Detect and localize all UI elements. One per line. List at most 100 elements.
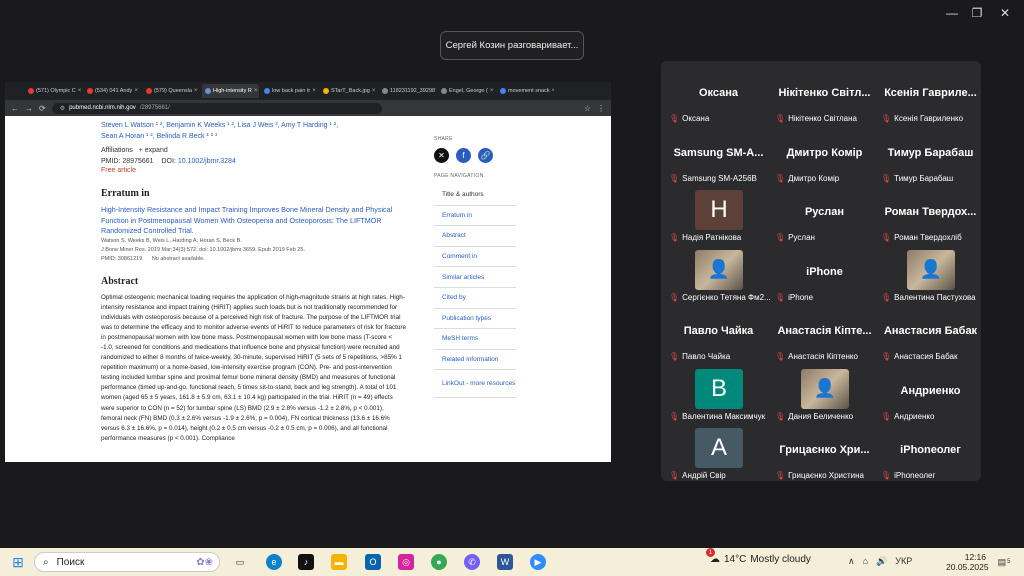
tray-network-icon[interactable]: ⌂ <box>863 556 868 567</box>
windows-start-icon[interactable]: ⊞ <box>10 554 26 570</box>
word-icon[interactable]: W <box>497 554 513 570</box>
erratum-title-link[interactable]: High-Intensity Resistance and Impact Tra… <box>101 205 406 237</box>
extensions-icon[interactable]: ⋮ <box>597 104 605 113</box>
participant-tile[interactable]: Дмитро Комір 🎙 Дмитро Комір <box>771 127 878 187</box>
x-share-icon[interactable]: ✕ <box>434 148 449 163</box>
page-nav-item[interactable]: Comment in <box>434 247 516 268</box>
browser-tab[interactable]: (534) 041 Andy × <box>84 84 141 98</box>
tab-title: 118231192_3929874 <box>390 88 436 94</box>
tab-close-icon[interactable]: × <box>134 88 138 94</box>
mic-muted-icon: 🎙 <box>669 114 680 123</box>
participant-photo: 👤 <box>695 249 743 290</box>
clock[interactable]: 12:16 20.05.2025 <box>946 552 989 572</box>
page-nav-item[interactable]: Erratum in <box>434 206 516 227</box>
participant-label: 🎙 Павло Чайка <box>669 352 730 361</box>
tab-favicon-icon <box>28 88 34 94</box>
participant-display-name: Samsung SM-A... <box>673 146 764 159</box>
participant-tile[interactable]: Ксенія Гавриле... 🎙 Ксенія Гавриленко <box>877 67 984 127</box>
participant-tile[interactable]: 👤 🎙 Валентина Пастухова <box>877 246 984 306</box>
tab-close-icon[interactable]: × <box>78 88 82 94</box>
tab-close-icon[interactable]: × <box>194 88 198 94</box>
tab-title: (534) 041 Andy <box>95 88 133 94</box>
pmid-label: PMID: 28975661 <box>101 158 154 165</box>
browser-tab[interactable]: 118231192_3929874× <box>379 84 436 98</box>
participant-tile[interactable]: Оксана 🎙 Оксана <box>665 67 772 127</box>
site-info-icon[interactable]: ⚙ <box>60 105 65 112</box>
url-field[interactable]: ⚙ pubmed.ncbi.nlm.nih.gov/28975661/ <box>51 102 382 114</box>
participant-tile[interactable]: Роман Твердох... 🎙 Роман Твердохліб <box>877 186 984 246</box>
tab-close-icon[interactable]: × <box>312 88 316 94</box>
participant-tile[interactable]: Павло Чайка 🎙 Павло Чайка <box>665 305 772 365</box>
tab-close-icon[interactable]: × <box>372 88 376 94</box>
authors-line1[interactable]: Steven L Watson ¹ ², Benjamin K Weeks ¹ … <box>101 120 406 131</box>
restore-icon[interactable]: ❐ <box>962 6 992 20</box>
edge-icon[interactable]: e <box>266 554 282 570</box>
browser-tab[interactable]: low back pain tr × <box>261 84 318 98</box>
viber-icon[interactable]: ✆ <box>464 554 480 570</box>
outlook-icon[interactable]: O <box>365 554 381 570</box>
mic-muted-icon: 🎙 <box>669 471 680 480</box>
page-nav-item[interactable]: Similar articles <box>434 267 516 288</box>
participant-tile[interactable]: А 🎙 Андрій Свір <box>665 424 772 484</box>
participant-tile[interactable]: Нікітенко Світл... 🎙 Нікітенко Світлана <box>771 67 878 127</box>
close-icon[interactable]: ✕ <box>990 6 1020 20</box>
link-share-icon[interactable]: 🔗 <box>478 148 493 163</box>
tab-close-icon[interactable]: × <box>490 88 494 94</box>
tab-close-icon[interactable]: × <box>552 88 554 94</box>
browser-tab[interactable]: movement snack × <box>497 84 554 98</box>
page-nav-item[interactable]: LinkOut - more resources <box>434 370 516 399</box>
participant-tile[interactable]: 👤 🎙 Дания Беличенко <box>771 365 878 425</box>
participant-name: Оксана <box>682 114 710 123</box>
chrome-icon[interactable]: ● <box>431 554 447 570</box>
browser-tab[interactable]: High-intensity R × <box>202 84 259 98</box>
zoom-icon[interactable]: ▶ <box>530 554 546 570</box>
reload-icon[interactable]: ⟳ <box>39 104 46 113</box>
expand-link[interactable]: + expand <box>139 147 168 154</box>
page-nav-item[interactable]: Cited by <box>434 288 516 309</box>
browser-tab[interactable]: (571) Olympic C × <box>25 84 82 98</box>
authors-line2[interactable]: Sean A Horan ¹ ², Belinda R Beck ¹ ² ³ <box>101 131 406 142</box>
tab-close-icon[interactable]: × <box>254 88 258 94</box>
page-nav-item[interactable]: Publication types <box>434 309 516 330</box>
free-article-badge: Free article <box>101 167 137 174</box>
forward-icon[interactable]: → <box>25 104 33 113</box>
mic-muted-icon: 🎙 <box>881 114 892 123</box>
page-nav-item[interactable]: Abstract <box>434 226 516 247</box>
bookmark-icon[interactable]: ☆ <box>584 104 591 113</box>
participant-name: Грицаєнко Христина <box>788 471 865 480</box>
participant-tile[interactable]: Анастасія Кіпте... 🎙 Анастасія Кіптенко <box>771 305 878 365</box>
tiktok-icon[interactable]: ♪ <box>298 554 314 570</box>
page-nav-item[interactable]: Title & authors <box>434 185 516 206</box>
participant-tile[interactable]: 👤 🎙 Сергієнко Тетяна Фм2... <box>665 246 772 306</box>
language-indicator[interactable]: УКР <box>895 556 912 567</box>
browser-tab[interactable]: STarT_Back.jpg × <box>320 84 377 98</box>
participant-name: Валентина Максимчук <box>682 411 766 421</box>
participant-tile[interactable]: Н 🎙 Надія Ратнікова <box>665 186 772 246</box>
tray-volume-icon[interactable]: 🔊 <box>876 556 887 567</box>
participant-tile[interactable]: Samsung SM-A... 🎙 Samsung SM-A256B <box>665 127 772 187</box>
participant-tile[interactable]: Анастасия Бабак 🎙 Анастасия Бабак <box>877 305 984 365</box>
participant-tile[interactable]: Руслан 🎙 Руслан <box>771 186 878 246</box>
author-list[interactable]: Steven L Watson ¹ ², Benjamin K Weeks ¹ … <box>101 120 406 142</box>
browser-tab[interactable]: Engel, George (× <box>438 84 495 98</box>
taskbar-search[interactable]: ⌕ Поиск ✿❀ <box>34 552 220 572</box>
participant-tile[interactable]: Андриенко 🎙 Андриенко <box>877 365 984 425</box>
notifications-icon[interactable]: ▤ 5 <box>996 554 1012 570</box>
page-nav-item[interactable]: MeSH terms <box>434 329 516 350</box>
doi-link[interactable]: 10.1002/jbmr.3284 <box>178 158 236 165</box>
task-view-icon[interactable]: ▭ <box>232 554 248 570</box>
page-nav-item[interactable]: Related information <box>434 350 516 371</box>
tray-chevron-icon[interactable]: ∧ <box>848 556 855 567</box>
file-explorer-icon[interactable]: ▬ <box>331 554 347 570</box>
participant-tile[interactable]: В 🎙 Валентина Максимчук <box>665 365 772 425</box>
instagram-icon[interactable]: ◎ <box>398 554 414 570</box>
participant-tile[interactable]: iPhone 🎙 iPhone <box>771 246 878 306</box>
participant-tile[interactable]: Тимур Барабаш 🎙 Тимур Барабаш <box>877 127 984 187</box>
weather-widget[interactable]: ☁ 1 14°C Mostly cloudy <box>706 548 811 565</box>
browser-tab[interactable]: (579) Queensla × <box>143 84 200 98</box>
participant-tile[interactable]: Грицаєнко Хри... 🎙 Грицаєнко Христина <box>771 424 878 484</box>
facebook-share-icon[interactable]: f <box>456 148 471 163</box>
participant-tile[interactable]: iPhoneолег 🎙 iPhoneолег <box>877 424 984 484</box>
participant-label: 🎙 Андриенко <box>881 412 934 421</box>
back-icon[interactable]: ← <box>11 104 19 113</box>
